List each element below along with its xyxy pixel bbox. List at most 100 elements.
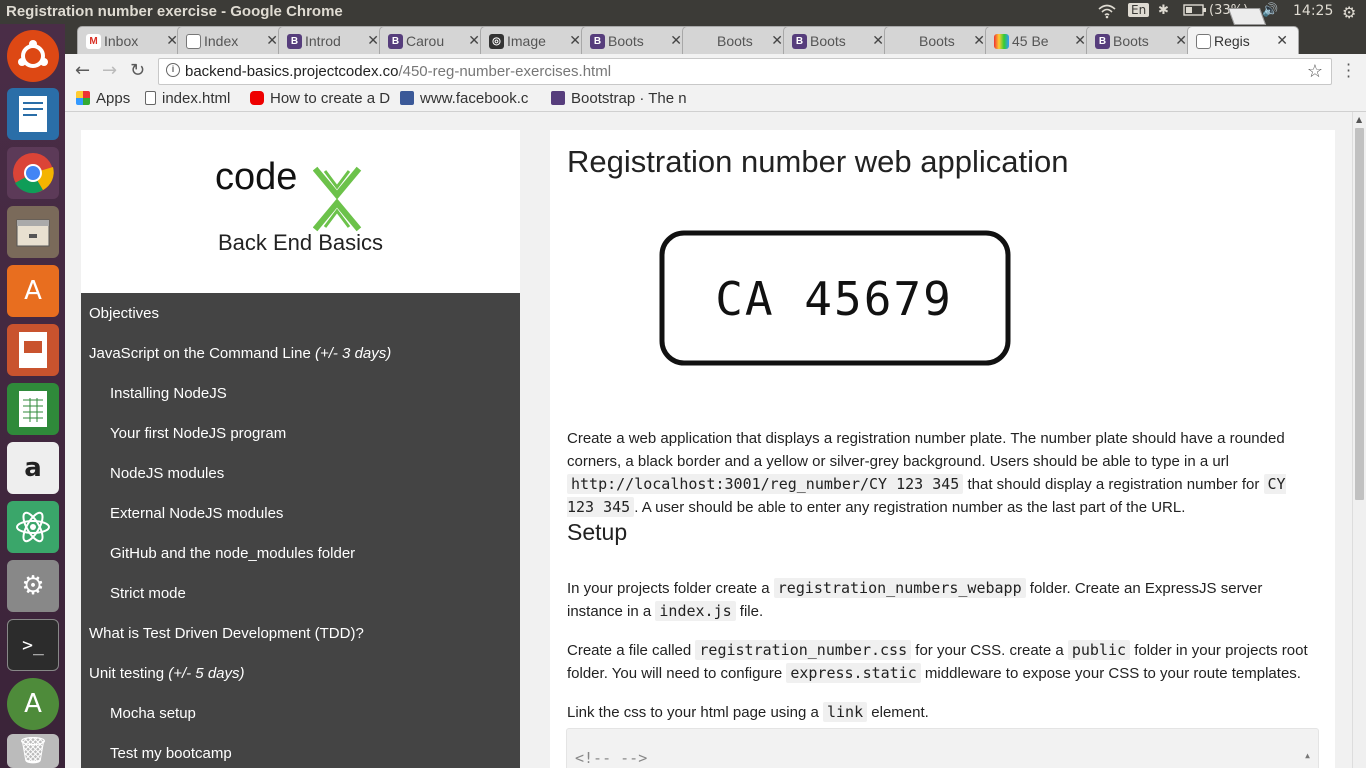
- page-icon: [145, 91, 156, 105]
- tab-label: Image: [507, 33, 546, 49]
- setup-paragraph-3: Link the css to your html page using a l…: [567, 702, 929, 722]
- image-icon: ◎: [489, 34, 504, 49]
- nav-label: Installing NodeJS: [110, 385, 227, 402]
- bootstrap-icon: B: [287, 34, 302, 49]
- software-center-icon[interactable]: A: [7, 265, 59, 317]
- sidebar-nav: Objectives JavaScript on the Command Lin…: [81, 293, 520, 768]
- bluetooth-icon[interactable]: ✱: [1158, 3, 1169, 18]
- sidebar-item-external-nodejs-modules[interactable]: External NodeJS modules: [110, 505, 283, 522]
- back-arrow-icon[interactable]: ←: [75, 60, 90, 81]
- address-bar[interactable]: i backend-basics.projectcodex.co/450-reg…: [158, 58, 1332, 85]
- bookmark-index[interactable]: index.html: [145, 90, 230, 107]
- info-icon[interactable]: i: [166, 63, 180, 77]
- forward-arrow-icon[interactable]: →: [102, 60, 117, 81]
- bootstrap-icon: B: [590, 34, 605, 49]
- close-icon[interactable]: ✕: [973, 32, 985, 49]
- libreoffice-impress-icon[interactable]: [7, 324, 59, 376]
- sidebar-item-first-nodejs-program[interactable]: Your first NodeJS program: [110, 425, 286, 442]
- bootstrap-icon: [551, 91, 565, 105]
- libreoffice-calc-icon[interactable]: [7, 383, 59, 435]
- menu-dots-icon[interactable]: · · ·: [1346, 57, 1351, 85]
- bookmark-bootstrap[interactable]: Bootstrap · The n: [551, 90, 687, 107]
- trash-icon[interactable]: 🗑: [7, 734, 59, 768]
- bootstrap-icon: B: [1095, 34, 1110, 49]
- close-icon[interactable]: ✕: [872, 32, 884, 49]
- close-icon[interactable]: ✕: [670, 32, 682, 49]
- bookmarks-bar: Apps index.html How to create a D www.fa…: [65, 88, 1366, 112]
- files-icon[interactable]: [7, 206, 59, 258]
- tab-carou[interactable]: B Carou ✕: [379, 26, 491, 54]
- tab-index[interactable]: Index ✕: [177, 26, 289, 54]
- ubuntu-dash-icon[interactable]: [7, 30, 59, 82]
- software-updater-icon[interactable]: A: [7, 678, 59, 730]
- bookmark-youtube[interactable]: How to create a D: [250, 90, 390, 107]
- close-icon[interactable]: ✕: [367, 32, 379, 49]
- launcher: A a ⚙ >_ A 🗑: [0, 24, 65, 768]
- tab-boots-3[interactable]: B Boots ✕: [783, 26, 895, 54]
- system-top-bar: Registration number exercise - Google Ch…: [0, 0, 1366, 24]
- tab-boots-2[interactable]: Boots ✕: [682, 26, 794, 54]
- tab-45-be[interactable]: 45 Be ✕: [985, 26, 1097, 54]
- wifi-icon[interactable]: [1097, 3, 1117, 23]
- code-block[interactable]: <!-- --> ▲: [566, 728, 1319, 768]
- sidebar-item-test-my-bootcamp[interactable]: Test my bootcamp: [110, 745, 232, 762]
- web-page: code Back End Basics Objectives JavaScri…: [65, 112, 1352, 768]
- close-icon[interactable]: ✕: [569, 32, 581, 49]
- close-icon[interactable]: ✕: [266, 32, 278, 49]
- sidebar-item-objectives[interactable]: Objectives: [89, 305, 159, 322]
- folder-code: registration_numbers_webapp: [773, 578, 1026, 598]
- tab-boots-4[interactable]: Boots ✕: [884, 26, 996, 54]
- atom-editor-icon[interactable]: [7, 501, 59, 553]
- bookmark-facebook[interactable]: www.facebook.c: [400, 90, 528, 107]
- nav-label: NodeJS modules: [110, 465, 225, 482]
- sidebar-item-github-node-modules[interactable]: GitHub and the node_modules folder: [110, 545, 355, 562]
- sidebar-item-tdd[interactable]: What is Test Driven Development (TDD)?: [89, 625, 364, 642]
- scroll-up-icon[interactable]: ▲: [1305, 751, 1310, 760]
- keyboard-language-indicator[interactable]: En: [1128, 3, 1150, 17]
- battery-icon[interactable]: [1183, 3, 1207, 21]
- nav-label: JavaScript on the Command Line: [89, 345, 311, 362]
- sidebar-item-nodejs-modules[interactable]: NodeJS modules: [110, 465, 224, 482]
- tab-boots-5[interactable]: B Boots ✕: [1086, 26, 1198, 54]
- url-path: /450-reg-number-exercises.html: [398, 63, 612, 80]
- tab-regis-active[interactable]: Regis ✕: [1187, 26, 1299, 54]
- public-code: public: [1067, 640, 1131, 660]
- sidebar-item-js-command-line[interactable]: JavaScript on the Command Line (+/- 3 da…: [89, 345, 391, 362]
- sidebar-item-installing-nodejs[interactable]: Installing NodeJS: [110, 385, 227, 402]
- volume-icon[interactable]: 🔊: [1262, 3, 1278, 18]
- tab-label: Regis: [1214, 33, 1250, 49]
- close-icon[interactable]: ✕: [1175, 32, 1187, 49]
- sidebar-header: code Back End Basics: [81, 130, 520, 293]
- nav-label: What is Test Driven Development (TDD)?: [89, 625, 364, 642]
- close-icon[interactable]: ✕: [1276, 32, 1288, 49]
- scrollbar-thumb[interactable]: [1355, 128, 1364, 500]
- close-icon[interactable]: ✕: [468, 32, 480, 49]
- settings-gear-icon[interactable]: ⚙: [1342, 3, 1356, 22]
- nav-note: (+/- 3 days): [314, 345, 392, 362]
- codex-logo-text[interactable]: code: [215, 156, 297, 199]
- tab-inbox[interactable]: M Inbox ✕: [77, 26, 189, 54]
- sidebar-item-strict-mode[interactable]: Strict mode: [110, 585, 186, 602]
- sidebar-item-mocha-setup[interactable]: Mocha setup: [110, 705, 196, 722]
- close-icon[interactable]: ✕: [771, 32, 783, 49]
- bookmark-apps[interactable]: Apps: [76, 90, 130, 107]
- bookmark-star-icon[interactable]: ☆: [1307, 61, 1323, 82]
- clock[interactable]: 14:25: [1293, 3, 1333, 19]
- tab-image[interactable]: ◎ Image ✕: [480, 26, 592, 54]
- reload-icon[interactable]: ↻: [130, 60, 145, 81]
- scroll-up-arrow-icon[interactable]: ▲: [1356, 115, 1362, 124]
- chrome-icon[interactable]: [7, 147, 59, 199]
- amazon-icon[interactable]: a: [7, 442, 59, 494]
- sidebar-item-unit-testing[interactable]: Unit testing (+/- 5 days): [89, 665, 245, 682]
- page-scrollbar[interactable]: ▲: [1352, 112, 1366, 768]
- tab-boots-1[interactable]: B Boots ✕: [581, 26, 693, 54]
- tab-introd[interactable]: B Introd ✕: [278, 26, 390, 54]
- codex-logo-x-icon: [313, 166, 362, 232]
- close-icon[interactable]: ✕: [1074, 32, 1086, 49]
- system-settings-icon[interactable]: ⚙: [7, 560, 59, 612]
- intro-paragraph: Create a web application that displays a…: [567, 430, 1286, 517]
- libreoffice-writer-icon[interactable]: [7, 88, 59, 140]
- tab-label: Index: [204, 33, 239, 49]
- terminal-icon[interactable]: >_: [7, 619, 59, 671]
- new-tab-button[interactable]: [1227, 8, 1267, 25]
